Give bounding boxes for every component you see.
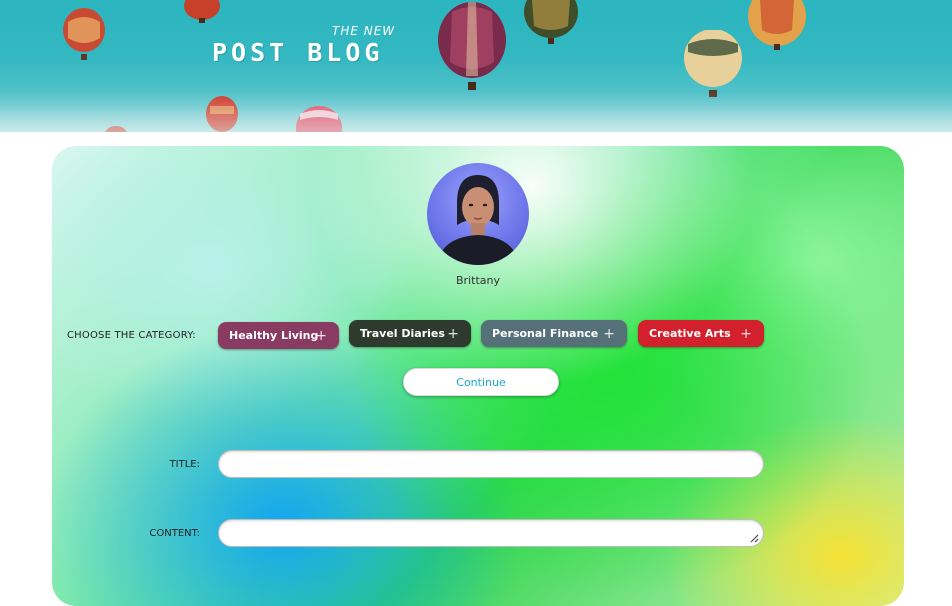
post-form-card: Brittany CHOOSE THE CATEGORY: Healthy Li… [52, 146, 904, 606]
category-travel-diaries[interactable]: Travel Diaries + [349, 320, 471, 347]
category-option-label: Personal Finance [492, 327, 599, 340]
header-banner: THE NEW POST BLOG [0, 0, 952, 132]
category-option-label: Travel Diaries [360, 327, 445, 340]
banner-haze [0, 92, 952, 132]
avatar[interactable] [427, 163, 529, 265]
category-personal-finance[interactable]: Personal Finance + [481, 320, 627, 347]
title-input[interactable] [218, 450, 764, 478]
brand-title: POST BLOG [212, 38, 384, 67]
username: Brittany [456, 274, 500, 287]
balloon-image [748, 0, 806, 50]
content-label: CONTENT: [149, 528, 200, 539]
balloon-image [184, 0, 220, 23]
content-textarea[interactable] [218, 519, 764, 547]
brand-kicker: THE NEW [332, 24, 396, 38]
resize-handle-icon[interactable] [749, 533, 759, 543]
category-option-label: Healthy Living [229, 329, 319, 342]
category-option-label: Creative Arts [649, 327, 731, 340]
category-creative-arts[interactable]: Creative Arts + [638, 320, 764, 347]
category-healthy-living[interactable]: Healthy Living + [218, 322, 339, 349]
avatar-photo [437, 175, 519, 265]
continue-button[interactable]: Continue [403, 368, 559, 396]
category-label: CHOOSE THE CATEGORY: [67, 330, 196, 341]
plus-icon: + [603, 326, 615, 342]
plus-icon: + [315, 328, 327, 344]
balloon-image [438, 2, 506, 90]
plus-icon: + [447, 326, 459, 342]
balloon-image [524, 0, 578, 44]
title-label: TITLE: [169, 459, 200, 470]
balloon-image [63, 8, 105, 60]
plus-icon: + [740, 326, 752, 342]
